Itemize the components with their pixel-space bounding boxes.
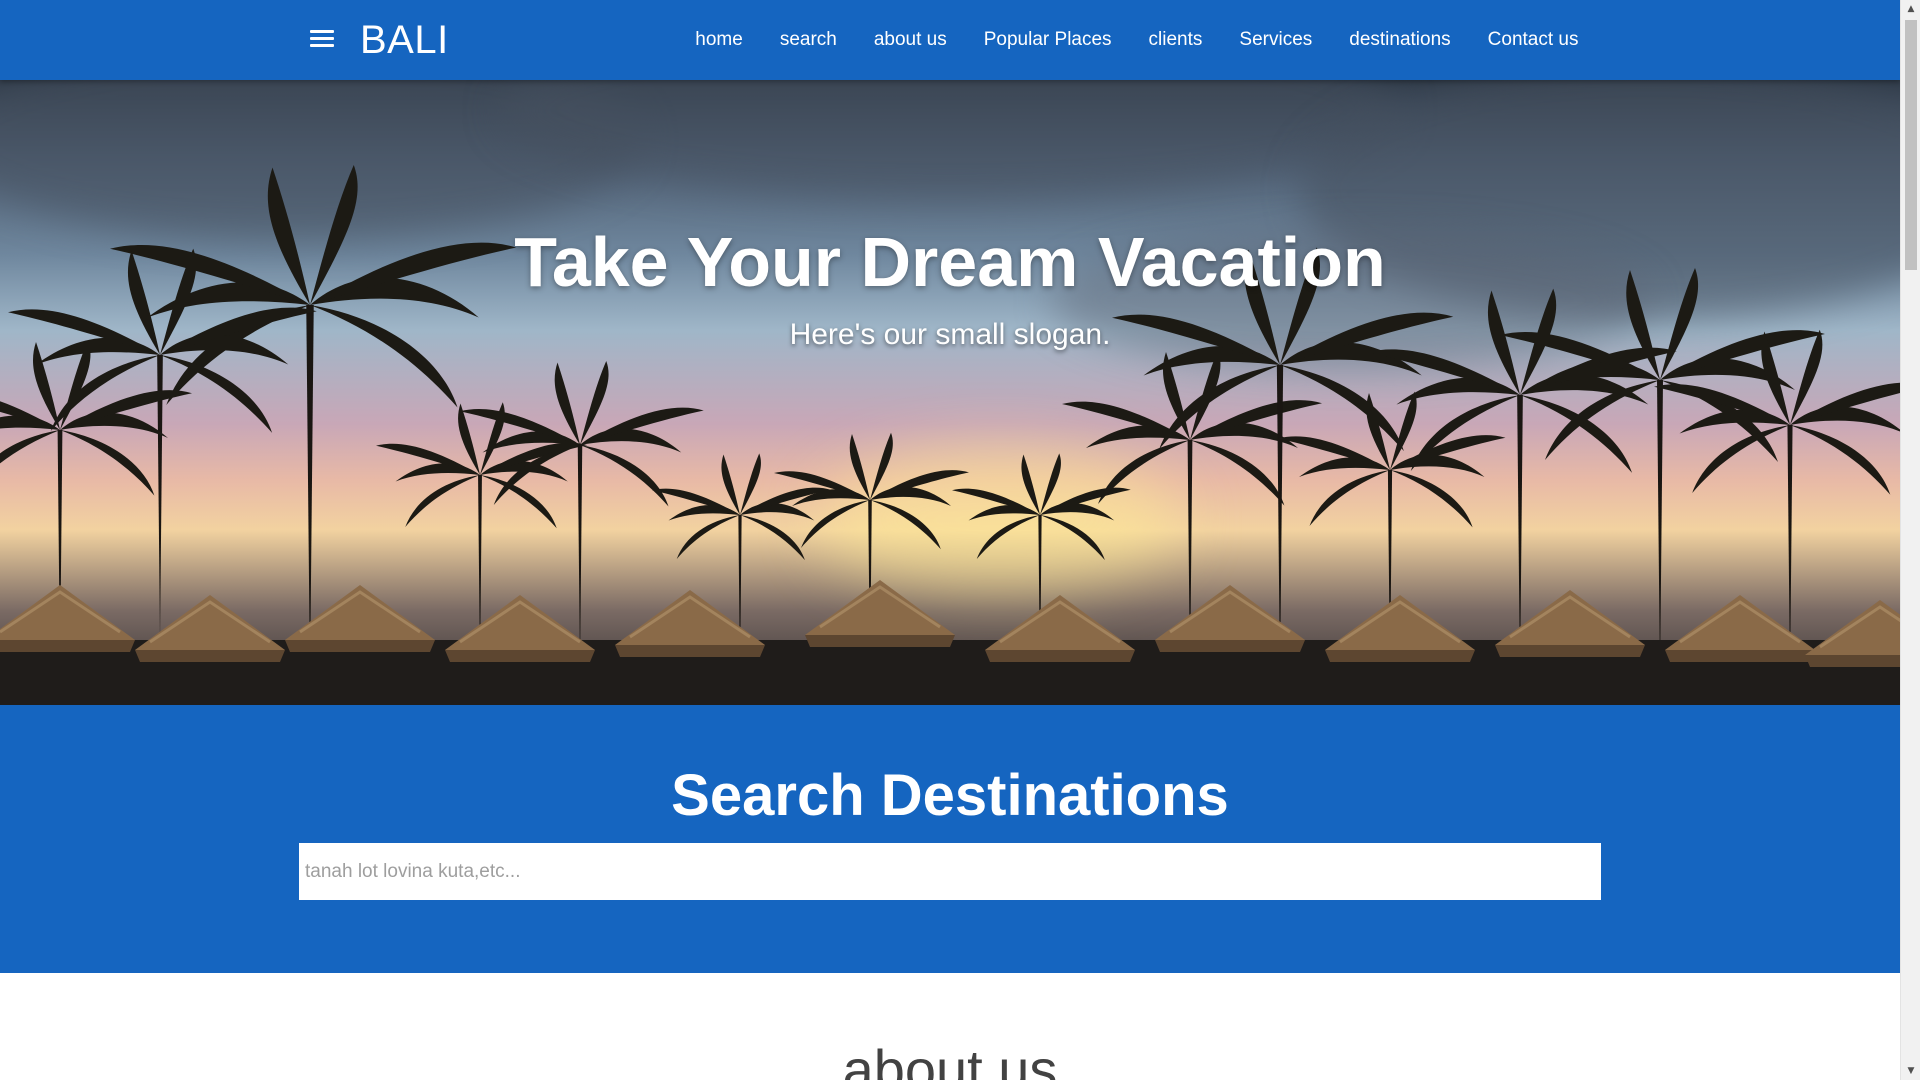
about-title: about us: [842, 1038, 1058, 1080]
nav-link-search[interactable]: search: [761, 0, 855, 80]
hero-slogan: Here's our small slogan.: [789, 318, 1111, 351]
hero-banner: Take Your Dream Vacation Here's our smal…: [0, 80, 1900, 705]
nav-link-destinations[interactable]: destinations: [1331, 0, 1469, 80]
nav-link-about-us[interactable]: about us: [855, 0, 965, 80]
top-navbar: BALI home search about us Popular Places…: [0, 0, 1900, 80]
vertical-scrollbar[interactable]: ▲ ▼: [1900, 0, 1920, 1080]
nav-link-popular-places[interactable]: Popular Places: [965, 0, 1130, 80]
nav-links: home search about us Popular Places clie…: [677, 0, 1597, 80]
page: BALI home search about us Popular Places…: [0, 0, 1900, 1080]
scrollbar-thumb[interactable]: [1905, 20, 1917, 270]
hamburger-menu-icon[interactable]: [310, 30, 334, 50]
about-section: about us: [0, 973, 1900, 1080]
nav-link-clients[interactable]: clients: [1130, 0, 1221, 80]
nav-link-services[interactable]: Services: [1221, 0, 1331, 80]
scroll-up-arrow-icon[interactable]: ▲: [1901, 0, 1920, 18]
brand-logo[interactable]: BALI: [360, 16, 449, 64]
palm-trees-illustration: [0, 165, 1900, 705]
search-section: Search Destinations: [0, 705, 1900, 973]
nav-link-home[interactable]: home: [677, 0, 762, 80]
scroll-down-arrow-icon[interactable]: ▼: [1901, 1062, 1920, 1080]
hero-title: Take Your Dream Vacation: [514, 223, 1386, 301]
search-title: Search Destinations: [671, 763, 1229, 828]
nav-link-contact-us[interactable]: Contact us: [1469, 0, 1597, 80]
search-input[interactable]: [299, 843, 1601, 900]
